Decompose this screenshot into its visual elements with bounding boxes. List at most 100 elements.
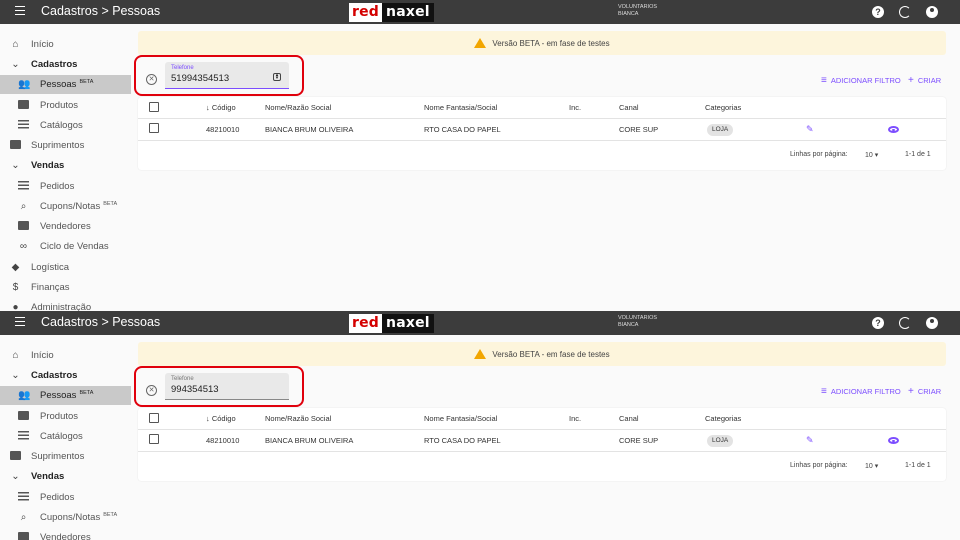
sidebar-item-cupons[interactable]: ⌕ Cupons/Notas BETA [0,197,131,216]
supplies-icon [10,140,21,151]
help-icon[interactable]: ? [872,6,884,18]
header-categorias[interactable]: Categorias [705,414,741,423]
user-info[interactable]: VOLUNTARIOS BIANCA [618,315,657,329]
rednaxel-logo: red naxel [349,3,434,22]
people-icon: 👥 [18,79,31,90]
sidebar-item-produtos[interactable]: Produtos [0,407,131,426]
sidebar-item-inicio[interactable]: ⌂ Início [0,346,131,365]
header-categorias[interactable]: Categorias [705,103,741,112]
beta-banner: Versão BETA - em fase de testes [138,342,946,366]
row-checkbox[interactable] [149,434,159,444]
sidebar-section-vendas[interactable]: ⌄ Vendas [0,156,131,175]
refresh-icon[interactable] [899,6,911,18]
sidebar-item-pedidos[interactable]: Pedidos [0,488,131,507]
sidebar-item-logistica[interactable]: ◆ Logística [0,258,131,277]
header-nome[interactable]: Nome/Razão Social [265,414,331,423]
help-icon[interactable]: ? [872,317,884,329]
header-codigo[interactable]: ↓ Código [206,414,236,423]
cell-codigo: 48210010 [206,125,240,134]
sidebar-item-administracao[interactable]: ● Administração [0,298,131,311]
sidebar-section-cadastros[interactable]: ⌄ Cadastros [0,366,131,385]
cell-canal: CORE SUP [619,125,659,134]
header-inc[interactable]: Inc. [569,414,581,423]
view-icon[interactable] [888,437,899,444]
product-icon [18,411,29,422]
sidebar-item-catalogos[interactable]: Catálogos [0,427,131,446]
select-all-checkbox[interactable] [149,413,159,423]
sidebar-item-financas[interactable]: $ Finanças [0,278,131,297]
cell-canal: CORE SUP [619,436,659,445]
beta-banner: Versão BETA - em fase de testes [138,31,946,55]
divider [138,118,946,119]
edit-icon[interactable]: ✎ [806,435,814,446]
sidebar-item-inicio[interactable]: ⌂ Início [0,35,131,54]
sidebar-item-cupons[interactable]: ⌕ Cupons/Notas BETA [0,508,131,527]
sidebar-item-catalogos[interactable]: Catálogos [0,116,131,135]
product-icon [18,100,29,111]
header-canal[interactable]: Canal [619,103,639,112]
sidebar-section-cadastros[interactable]: ⌄ Cadastros [0,55,131,74]
plus-icon: + [908,386,914,397]
create-button[interactable]: + CRIAR [908,386,941,397]
screenshot-before: Cadastros > Pessoas red naxel VOLUNTARIOS… [0,0,960,311]
finance-icon: $ [12,282,19,293]
header-fantasia[interactable]: Nome Fantasia/Social [424,414,497,423]
coupon-icon: ⌕ [20,201,27,212]
rows-per-page-select[interactable]: 10 ▾ [865,462,878,470]
header-nome[interactable]: Nome/Razão Social [265,103,331,112]
menu-icon[interactable] [15,6,25,15]
menu-icon[interactable] [15,317,25,326]
sidebar-item-ciclo[interactable]: ∞ Ciclo de Vendas [0,237,131,256]
cycle-icon: ∞ [19,241,28,252]
user-info[interactable]: VOLUNTARIOS BIANCA [618,4,657,18]
cell-fantasia: RTO CASA DO PAPEL [424,125,501,134]
header-canal[interactable]: Canal [619,414,639,423]
create-button[interactable]: + CRIAR [908,75,941,86]
sidebar-item-pessoas[interactable]: 👥 Pessoas BETA [0,75,131,94]
account-icon[interactable] [926,6,938,18]
select-all-checkbox[interactable] [149,102,159,112]
add-filter-button[interactable]: ≡ ADICIONAR FILTRO [821,75,901,86]
sidebar-item-suprimentos[interactable]: Suprimentos [0,136,131,155]
rows-per-page-label: Linhas por página: [790,462,848,469]
divider [138,429,946,430]
row-checkbox[interactable] [149,123,159,133]
list-icon [18,181,29,192]
divider [138,451,946,452]
page-range: 1-1 de 1 [905,462,931,469]
coupon-icon: ⌕ [20,512,27,523]
top-bar: Cadastros > Pessoas red naxel VOLUNTARIOS… [0,0,960,24]
list-icon [18,492,29,503]
plus-icon: + [908,75,914,86]
edit-icon[interactable]: ✎ [806,124,814,135]
view-icon[interactable] [888,126,899,133]
header-fantasia[interactable]: Nome Fantasia/Social [424,103,497,112]
rows-per-page-label: Linhas por página: [790,151,848,158]
admin-icon: ● [12,302,19,311]
rows-per-page-select[interactable]: 10 ▾ [865,151,878,159]
sidebar-item-suprimentos[interactable]: Suprimentos [0,447,131,466]
screenshot-after: Cadastros > Pessoas red naxel VOLUNTARIOS… [0,311,960,540]
warning-icon [474,38,487,48]
divider [138,140,946,141]
sidebar-section-vendas[interactable]: ⌄ Vendas [0,467,131,486]
add-filter-button[interactable]: ≡ ADICIONAR FILTRO [821,386,901,397]
top-bar: Cadastros > Pessoas red naxel VOLUNTARIOS… [0,311,960,335]
cell-fantasia: RTO CASA DO PAPEL [424,436,501,445]
filter-icon: ≡ [821,75,827,86]
sidebar-item-pedidos[interactable]: Pedidos [0,177,131,196]
chevron-down-icon: ⌄ [11,471,20,482]
sidebar-item-vendedores[interactable]: Vendedores [0,528,131,540]
cell-nome: BIANCA BRUM OLIVEIRA [265,125,354,134]
sidebar-item-vendedores[interactable]: Vendedores [0,217,131,236]
refresh-icon[interactable] [899,317,911,329]
sidebar-item-produtos[interactable]: Produtos [0,96,131,115]
account-icon[interactable] [926,317,938,329]
header-inc[interactable]: Inc. [569,103,581,112]
highlight-box [134,55,304,96]
page-title: Cadastros > Pessoas [41,315,161,329]
results-table: ↓ Código Nome/Razão Social Nome Fantasia… [138,408,946,481]
header-codigo[interactable]: ↓ Código [206,103,236,112]
sidebar-item-pessoas[interactable]: 👥 Pessoas BETA [0,386,131,405]
category-chip: LOJA [707,124,734,136]
